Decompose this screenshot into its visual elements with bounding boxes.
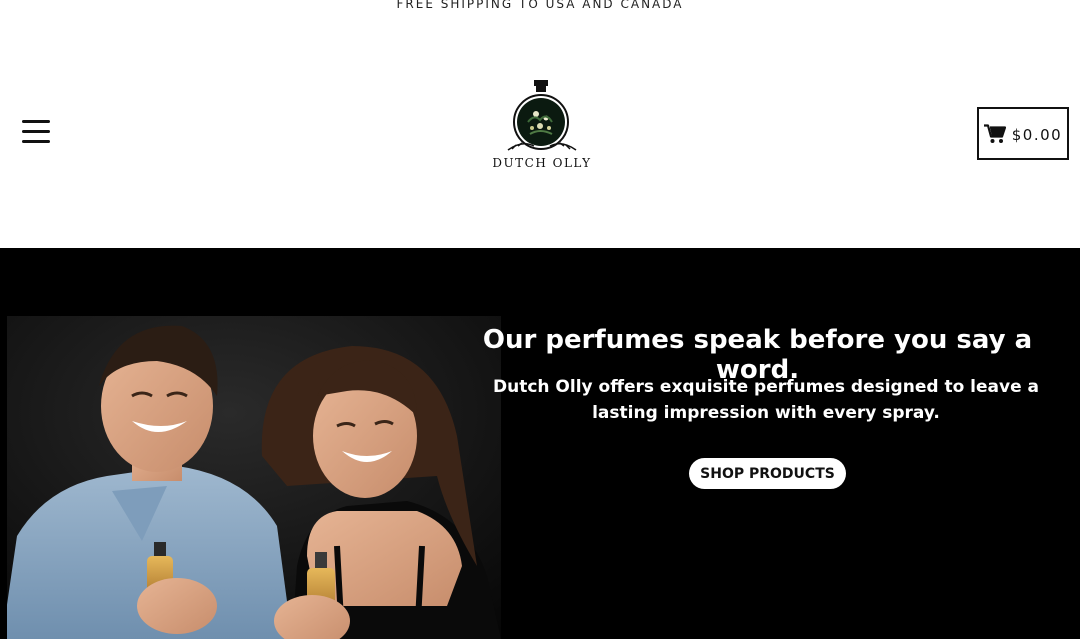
cart-icon xyxy=(983,123,1006,143)
logo-text: DUTCH OLLY xyxy=(492,156,592,170)
menu-button[interactable] xyxy=(21,120,53,150)
announcement-bar: FREE SHIPPING TO USA AND CANADA xyxy=(0,0,1080,12)
shop-products-button[interactable]: SHOP PRODUCTS xyxy=(689,458,846,489)
cart-button[interactable]: $0.00 xyxy=(977,107,1069,160)
hamburger-icon xyxy=(21,120,53,143)
hero-image xyxy=(7,316,501,639)
perfume-bottle-logo-icon xyxy=(507,80,577,151)
announcement-text: FREE SHIPPING TO USA AND CANADA xyxy=(396,0,684,11)
site-header: DUTCH OLLY $0.00 xyxy=(0,12,1080,248)
cart-total: $0.00 xyxy=(1011,126,1063,144)
hero-subtitle: Dutch Olly offers exquisite perfumes des… xyxy=(492,377,1039,423)
site-logo[interactable]: DUTCH OLLY xyxy=(488,80,596,174)
hero-section: Our perfumes speak before you say a word… xyxy=(0,248,1080,639)
